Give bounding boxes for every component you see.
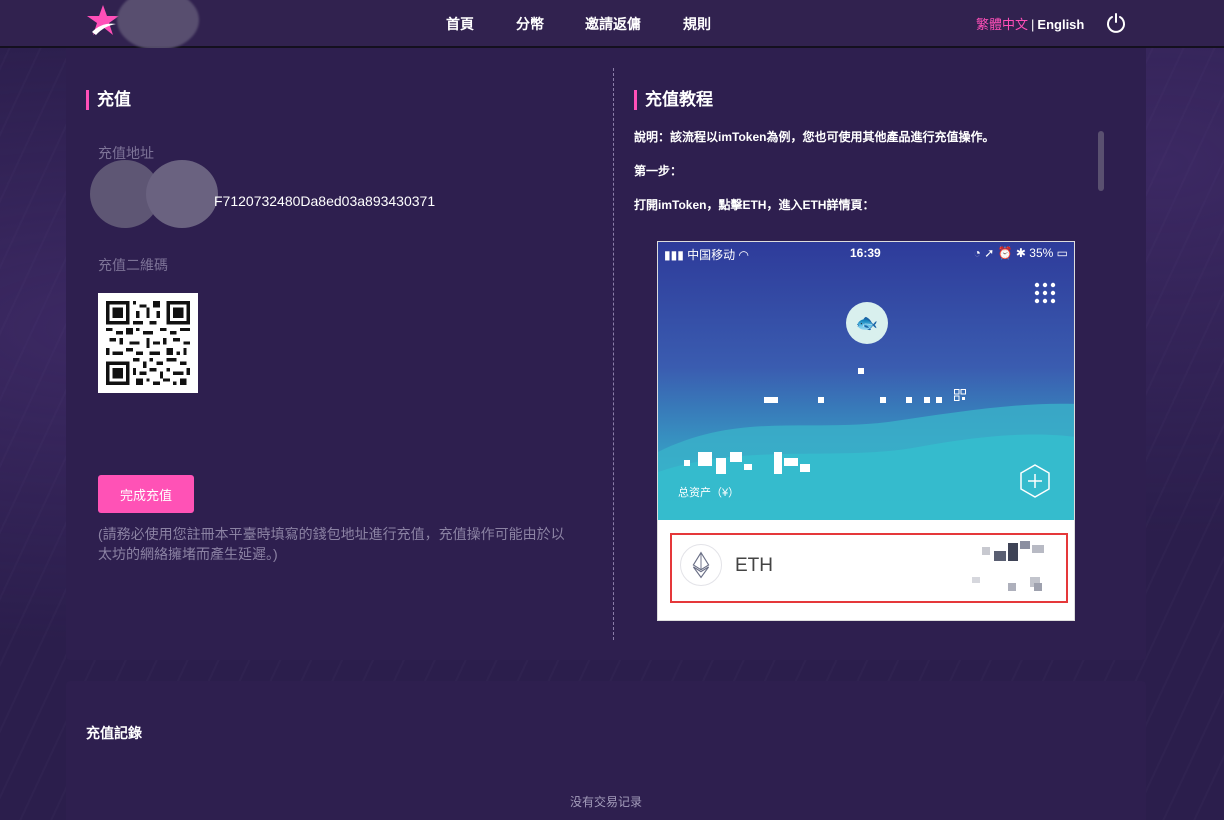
carrier: ▮▮▮ 中国移动 ◠ <box>664 248 749 262</box>
redacted-pixel <box>924 397 930 403</box>
eth-logo-icon <box>680 544 722 586</box>
redacted-pixel <box>784 458 798 466</box>
battery: ◔ ➚ ⏰ ✱ 35% ▭ <box>973 246 1068 260</box>
tutorial-text: 說明：該流程以imToken為例，您也可使用其他產品進行充值操作。 <box>634 130 995 144</box>
redacted-pixel <box>730 452 742 462</box>
records-empty-message: 没有交易记录 <box>569 795 642 809</box>
deposit-notice: (請務必使用您註冊本平臺時填寫的錢包地址進行充值，充值操作可能由於以太坊的網絡擁… <box>98 526 565 562</box>
redacted-pixel <box>818 397 824 403</box>
redacted-pixel <box>800 464 810 472</box>
carrier-name: 中国移动 <box>687 248 736 262</box>
phone-time: 16:39 <box>850 246 881 260</box>
qr-code-image <box>106 301 190 385</box>
nav-rules[interactable]: 規則 <box>683 14 711 34</box>
star-logo-icon[interactable] <box>86 4 120 38</box>
redacted-pixel <box>994 551 1006 561</box>
tutorial-title: 充值教程 <box>634 90 713 110</box>
redacted-pixel <box>764 397 778 403</box>
records-title: 充值記錄 <box>86 725 142 741</box>
deposit-panel: 充值 充值地址 F7120732480Da8ed03a893430371 充值二… <box>66 48 1146 660</box>
redacted-pixel <box>698 452 712 466</box>
power-icon[interactable] <box>1105 12 1127 34</box>
top-navbar: 首頁 分幣 邀請返傭 規則 繁體中文 | English <box>0 0 1224 50</box>
token-name: ETH <box>735 555 773 576</box>
deposit-records-panel: 充值記錄 没有交易记录 <box>66 681 1146 820</box>
nav-invite-rebate[interactable]: 邀請返傭 <box>585 14 641 34</box>
lang-english[interactable]: English <box>1037 17 1084 32</box>
redacted-pixel <box>774 452 782 474</box>
add-token-icon <box>1020 464 1050 498</box>
redacted-pixel <box>716 458 726 474</box>
tutorial-screenshot: ▮▮▮ 中国移动 ◠ 16:39 ◔ ➚ ⏰ ✱ 35% ▭ 🐟 总资产（¥） … <box>657 241 1075 621</box>
deposit-address[interactable]: F7120732480Da8ed03a893430371 <box>90 160 490 230</box>
redacted-pixel <box>1020 541 1030 549</box>
redacted-pixel <box>858 368 864 374</box>
avatar[interactable] <box>117 0 199 50</box>
nav-distribution[interactable]: 分幣 <box>516 14 544 34</box>
tutorial-text: 打開imToken，點擊ETH，進入ETH詳情頁： <box>634 198 875 212</box>
tutorial-text: 第一步： <box>634 164 683 178</box>
language-switcher: 繁體中文 | English <box>976 14 1084 33</box>
address-redaction <box>146 160 218 228</box>
wallet-avatar-icon: 🐟 <box>846 302 888 344</box>
redacted-pixel <box>880 397 886 403</box>
menu-grid-icon <box>1034 282 1056 304</box>
redacted-pixel <box>744 464 752 470</box>
lang-separator: | <box>1031 17 1035 32</box>
redacted-pixel <box>684 460 690 466</box>
redacted-pixel <box>1008 543 1018 561</box>
redacted-pixel <box>1032 545 1044 553</box>
redacted-pixel <box>936 397 942 403</box>
qr-icon <box>954 389 966 401</box>
total-assets-label: 总资产（¥） <box>678 487 740 499</box>
redacted-pixel <box>972 577 980 583</box>
deposit-qr-code <box>98 293 198 393</box>
eth-token-row: ETH <box>670 533 1068 603</box>
redacted-pixel <box>906 397 912 403</box>
deposit-title: 充值 <box>86 90 131 110</box>
panel-divider <box>613 68 614 640</box>
address-text[interactable]: F7120732480Da8ed03a893430371 <box>214 193 435 209</box>
lang-traditional-chinese[interactable]: 繁體中文 <box>976 17 1028 32</box>
redacted-pixel <box>1034 583 1042 591</box>
complete-deposit-button[interactable]: 完成充值 <box>98 475 194 513</box>
nav-home[interactable]: 首頁 <box>446 14 474 34</box>
battery-level: 35% <box>1029 246 1054 260</box>
wallet-header: ▮▮▮ 中国移动 ◠ 16:39 ◔ ➚ ⏰ ✱ 35% ▭ 🐟 总资产（¥） <box>658 242 1074 520</box>
redacted-pixel <box>1008 583 1016 591</box>
redacted-pixel <box>982 547 990 555</box>
qr-label: 充值二維碼 <box>98 257 168 273</box>
wave-decoration <box>658 403 1074 520</box>
